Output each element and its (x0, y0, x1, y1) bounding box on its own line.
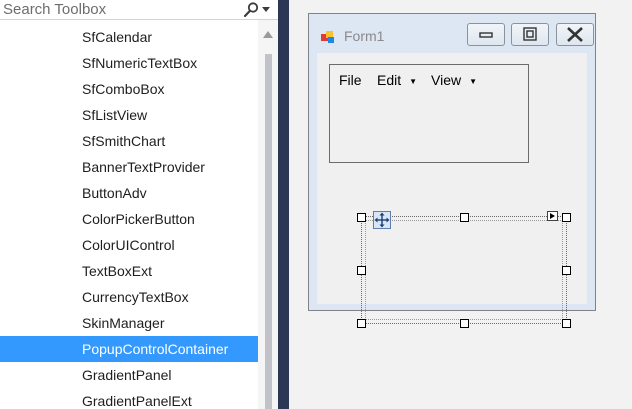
chevron-down-icon: ▼ (409, 76, 418, 86)
toolbox-item[interactable]: ColorPickerButton (0, 206, 258, 232)
resize-handle-top-left[interactable] (357, 213, 366, 222)
smart-tag-button[interactable] (547, 211, 558, 221)
menu-item-view[interactable]: View ▼ (431, 72, 477, 88)
close-button[interactable] (556, 23, 594, 46)
scrollbar-thumb[interactable] (265, 54, 272, 409)
toolbox-item[interactable]: SkinManager (0, 310, 258, 336)
toolbox-item[interactable]: BannerTextProvider (0, 154, 258, 180)
toolbox-item[interactable]: SfComboBox (0, 76, 258, 102)
resize-handle-left[interactable] (357, 266, 366, 275)
panel-splitter[interactable] (278, 0, 289, 409)
toolbox-item[interactable]: SfListView (0, 102, 258, 128)
maximize-button[interactable] (511, 23, 549, 46)
form-title: Form1 (344, 28, 385, 44)
search-icon[interactable] (242, 1, 260, 19)
resize-handle-top[interactable] (460, 213, 469, 222)
scroll-up-arrow-icon[interactable] (263, 31, 273, 38)
minimize-button[interactable] (467, 23, 505, 46)
move-arrows-icon (374, 212, 390, 228)
resize-handle-bottom[interactable] (460, 319, 469, 328)
menu-strip[interactable]: File Edit ▼ View ▼ (329, 64, 529, 163)
toolbox-item[interactable]: SfNumericTextBox (0, 50, 258, 76)
toolbox-item[interactable]: CurrencyTextBox (0, 284, 258, 310)
toolbox-search-bar (0, 0, 278, 20)
toolbox-item[interactable]: SfCalendar (0, 24, 258, 50)
menu-item-edit[interactable]: Edit ▼ (377, 72, 417, 88)
menu-item-file[interactable]: File (339, 72, 362, 88)
toolbox-scrollbar[interactable] (258, 20, 278, 409)
move-glyph-button[interactable] (373, 211, 391, 229)
toolbox-panel: SfCalendar SfNumericTextBox SfComboBox S… (0, 0, 278, 409)
resize-handle-top-right[interactable] (562, 213, 571, 222)
resize-handle-right[interactable] (562, 266, 571, 275)
form-app-icon (321, 31, 334, 43)
toolbox-item[interactable]: GradientPanel (0, 362, 258, 388)
toolbox-item-selected[interactable]: PopupControlContainer (0, 336, 258, 362)
resize-handle-bottom-right[interactable] (562, 319, 571, 328)
popup-container-inner-border (365, 220, 563, 320)
chevron-down-icon: ▼ (469, 76, 478, 86)
toolbox-item[interactable]: ButtonAdv (0, 180, 258, 206)
toolbox-item[interactable]: GradientPanelExt (0, 388, 258, 409)
minimize-icon (479, 32, 493, 38)
toolbox-search-input[interactable] (3, 0, 233, 19)
designer-surface: Form1 File Edit ▼ View ▼ (289, 0, 632, 409)
search-options-chevron-icon[interactable] (262, 7, 270, 13)
toolbox-item[interactable]: SfSmithChart (0, 128, 258, 154)
toolbox-item[interactable]: ColorUIControl (0, 232, 258, 258)
popup-control-container[interactable] (361, 216, 567, 324)
toolbox-item[interactable]: TextBoxExt (0, 258, 258, 284)
menu-item-edit-label: Edit (377, 72, 402, 88)
resize-handle-bottom-left[interactable] (357, 319, 366, 328)
toolbox-item-list: SfCalendar SfNumericTextBox SfComboBox S… (0, 24, 258, 409)
smart-tag-arrow-icon (550, 213, 555, 219)
maximize-icon (523, 27, 537, 41)
menu-item-view-label: View (431, 72, 462, 88)
close-icon (567, 27, 583, 42)
